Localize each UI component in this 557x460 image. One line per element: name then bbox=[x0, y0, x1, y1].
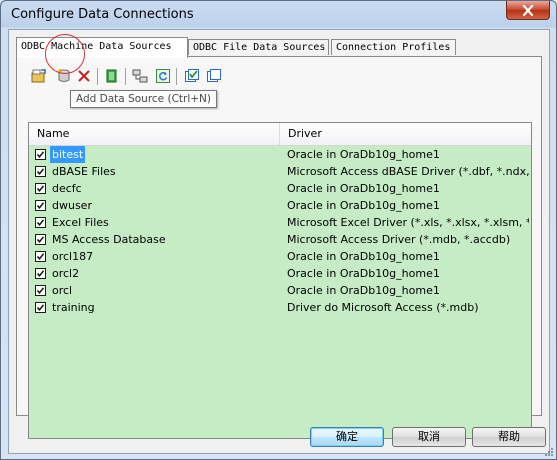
toolbar-separator bbox=[176, 68, 177, 85]
row-name: orcl2 bbox=[52, 267, 80, 280]
row-name: bitest bbox=[50, 146, 86, 163]
close-button[interactable] bbox=[506, 1, 550, 20]
row-checkbox[interactable] bbox=[35, 251, 46, 262]
cancel-button[interactable]: 取消 bbox=[392, 427, 466, 447]
toolbar-separator bbox=[97, 68, 98, 85]
list-item[interactable]: MS Access Database Microsoft Access Drive… bbox=[29, 231, 531, 248]
checkmark-icon bbox=[36, 202, 45, 209]
delete-button[interactable] bbox=[74, 66, 94, 86]
uncheck-all-icon bbox=[207, 69, 221, 82]
add-data-source-button[interactable] bbox=[54, 66, 74, 86]
refresh-button[interactable] bbox=[153, 66, 173, 86]
row-checkbox[interactable] bbox=[35, 149, 46, 160]
checkmark-icon bbox=[36, 253, 45, 260]
refresh-icon bbox=[156, 69, 170, 83]
row-driver: Oracle in OraDb10g_home1 bbox=[287, 199, 440, 212]
checkmark-icon bbox=[36, 168, 45, 175]
list-item[interactable]: decfc Oracle in OraDb10g_home1 bbox=[29, 180, 531, 197]
checkmark-icon bbox=[36, 236, 45, 243]
list-item[interactable]: dwuser Oracle in OraDb10g_home1 bbox=[29, 197, 531, 214]
list-item[interactable]: orcl2 Oracle in OraDb10g_home1 bbox=[29, 265, 531, 282]
row-name: orcl187 bbox=[52, 250, 94, 263]
check-all-icon bbox=[185, 69, 199, 82]
row-name: MS Access Database bbox=[52, 233, 166, 246]
checkmark-icon bbox=[36, 185, 45, 192]
row-driver: Oracle in OraDb10g_home1 bbox=[287, 284, 440, 297]
check-all-button[interactable] bbox=[182, 66, 202, 86]
list-item[interactable]: training Driver do Microsoft Access (*.md… bbox=[29, 299, 531, 316]
open-icon bbox=[31, 69, 46, 83]
row-driver: Oracle in OraDb10g_home1 bbox=[287, 148, 440, 161]
add-data-source-icon bbox=[58, 69, 70, 82]
checkmark-icon bbox=[36, 304, 45, 311]
list-item[interactable]: Excel Files Microsoft Excel Driver (*.xls… bbox=[29, 214, 531, 231]
list-item[interactable]: orcl Oracle in OraDb10g_home1 bbox=[29, 282, 531, 299]
row-name: dBASE Files bbox=[52, 165, 116, 178]
row-checkbox[interactable] bbox=[35, 285, 46, 296]
row-driver: Oracle in OraDb10g_home1 bbox=[287, 250, 440, 263]
tooltip: Add Data Source (Ctrl+N) bbox=[70, 90, 218, 108]
row-driver: Oracle in OraDb10g_home1 bbox=[287, 267, 440, 280]
data-sources-list[interactable]: Name Driver bitest Oracle in OraDb10g_hom… bbox=[28, 122, 532, 439]
ok-button[interactable]: 确定 bbox=[310, 427, 384, 447]
dialog-client: ODBC Machine Data Sources ODBC File Data… bbox=[8, 29, 550, 454]
tab-odbc-file-data-sources[interactable]: ODBC File Data Sources bbox=[188, 39, 329, 55]
list-header: Name Driver bbox=[29, 123, 531, 146]
title-bar[interactable]: Configure Data Connections bbox=[1, 1, 556, 29]
row-driver: Driver do Microsoft Access (*.mdb) bbox=[287, 301, 479, 314]
list-item[interactable]: dBASE Files Microsoft Access dBASE Driver… bbox=[29, 163, 531, 180]
resize-grip-icon[interactable] bbox=[544, 447, 554, 457]
test-connection-button[interactable] bbox=[130, 66, 150, 86]
row-checkbox[interactable] bbox=[35, 268, 46, 279]
column-header-name[interactable]: Name bbox=[29, 123, 279, 145]
list-rows: bitest Oracle in OraDb10g_home1 dBASE File… bbox=[29, 146, 531, 316]
open-button[interactable] bbox=[29, 66, 49, 86]
row-driver: Microsoft Access dBASE Driver (*.dbf, *.… bbox=[287, 165, 529, 178]
window-title: Configure Data Connections bbox=[11, 7, 194, 22]
configure-icon bbox=[106, 69, 117, 83]
row-name: orcl bbox=[52, 284, 73, 297]
row-driver: Oracle in OraDb10g_home1 bbox=[287, 182, 440, 195]
checkmark-icon bbox=[36, 219, 45, 226]
tab-connection-profiles[interactable]: Connection Profiles bbox=[331, 39, 456, 55]
toolbar-separator bbox=[125, 68, 126, 85]
row-checkbox[interactable] bbox=[35, 200, 46, 211]
row-checkbox[interactable] bbox=[35, 234, 46, 245]
delete-icon bbox=[78, 70, 90, 82]
checkmark-icon bbox=[36, 270, 45, 277]
uncheck-all-button[interactable] bbox=[204, 66, 224, 86]
row-checkbox[interactable] bbox=[35, 302, 46, 313]
checkmark-icon bbox=[36, 151, 45, 158]
row-name: decfc bbox=[52, 182, 82, 195]
list-item[interactable]: orcl187 Oracle in OraDb10g_home1 bbox=[29, 248, 531, 265]
row-name: Excel Files bbox=[52, 216, 109, 229]
close-icon bbox=[522, 4, 534, 16]
tab-odbc-machine-data-sources[interactable]: ODBC Machine Data Sources bbox=[16, 37, 188, 58]
row-driver: Microsoft Access Driver (*.mdb, *.accdb) bbox=[287, 233, 511, 246]
column-header-driver[interactable]: Driver bbox=[279, 123, 531, 145]
row-name: training bbox=[52, 301, 95, 314]
row-checkbox[interactable] bbox=[35, 183, 46, 194]
help-button[interactable]: 帮助 bbox=[472, 427, 546, 447]
dialog-window: Configure Data Connections ODBC Machine … bbox=[0, 0, 557, 460]
checkmark-icon bbox=[36, 287, 45, 294]
test-connection-icon bbox=[132, 69, 148, 83]
configure-button[interactable] bbox=[102, 66, 122, 86]
row-name: dwuser bbox=[52, 199, 92, 212]
list-item[interactable]: bitest Oracle in OraDb10g_home1 bbox=[29, 146, 531, 163]
row-checkbox[interactable] bbox=[35, 217, 46, 228]
row-checkbox[interactable] bbox=[35, 166, 46, 177]
row-driver: Microsoft Excel Driver (*.xls, *.xlsx, *… bbox=[287, 216, 529, 229]
